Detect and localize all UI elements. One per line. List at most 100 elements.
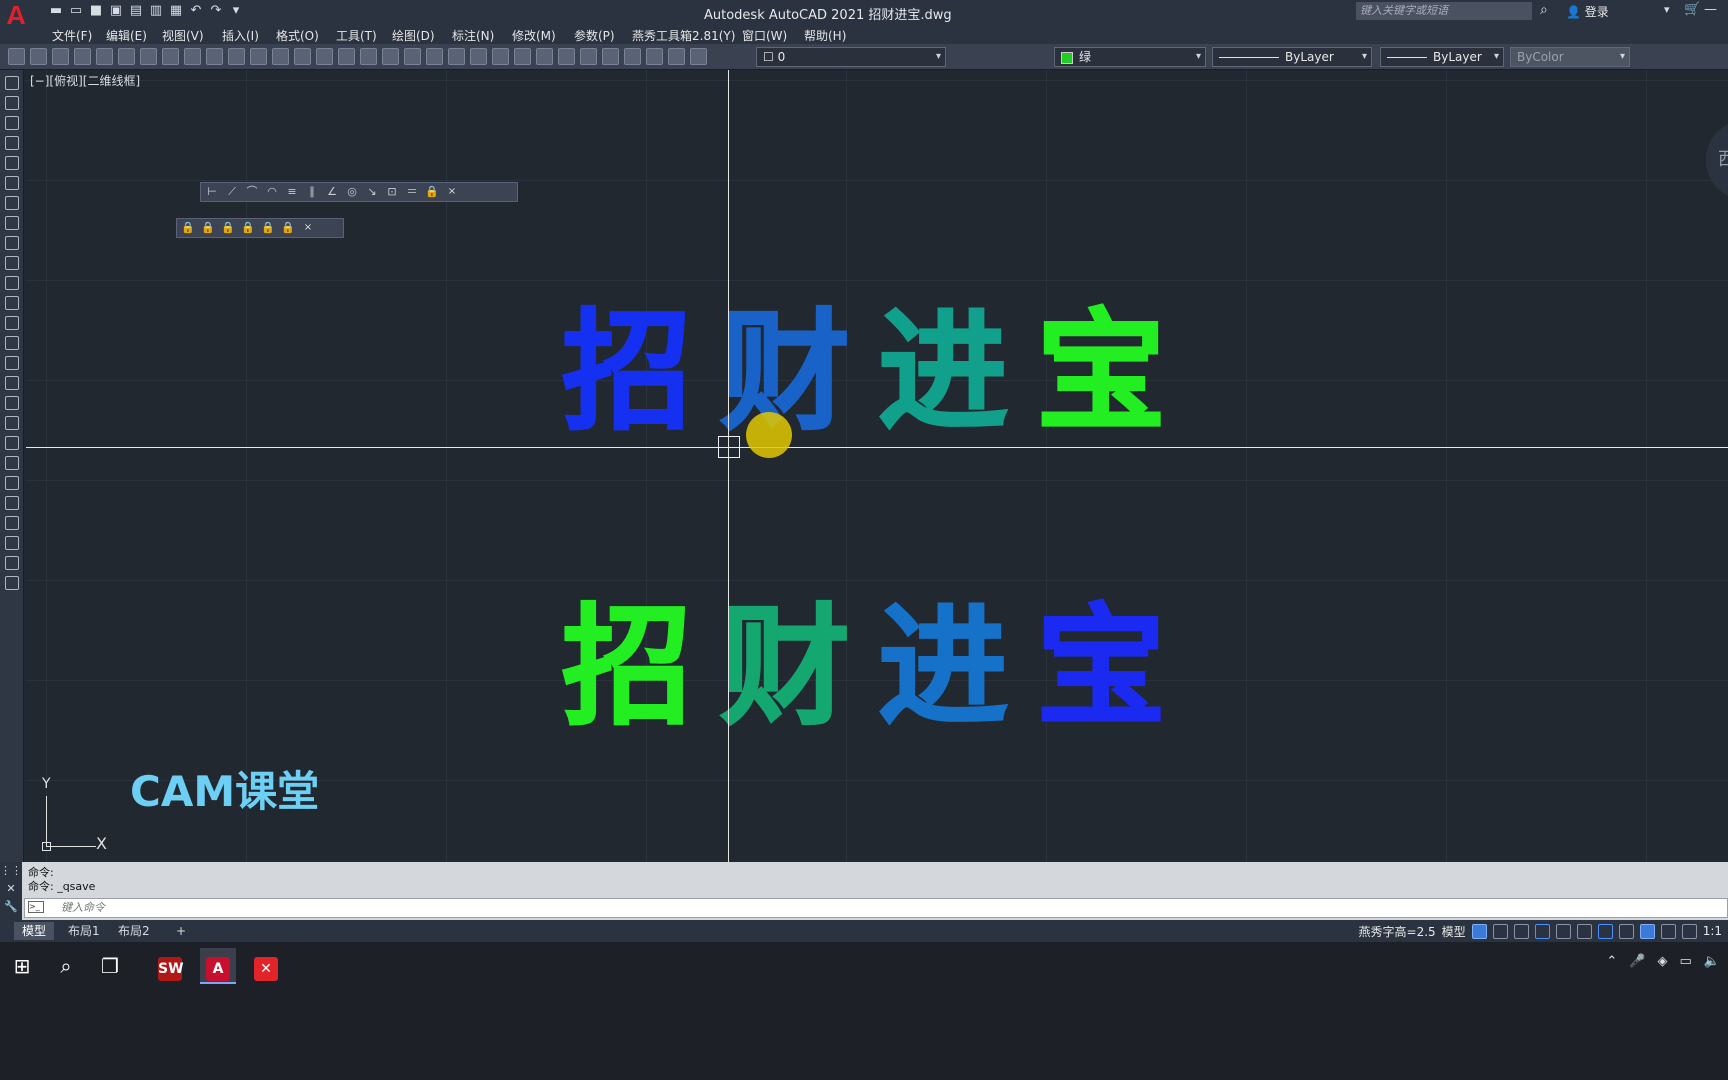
close-icon[interactable]: × — [301, 221, 315, 235]
toolbar-button[interactable] — [206, 48, 223, 65]
osnap-icon[interactable] — [1597, 923, 1613, 939]
draw-tool-button[interactable] — [5, 476, 19, 490]
toolbar-button[interactable] — [382, 48, 399, 65]
open-file-icon[interactable]: ▭ — [68, 3, 84, 19]
toolbar-button[interactable] — [470, 48, 487, 65]
undo-icon[interactable]: ↶ — [188, 3, 204, 19]
toolbar-button[interactable] — [668, 48, 685, 65]
draw-tool-button[interactable] — [5, 196, 19, 210]
linetype-dropdown[interactable]: ByLayer ▾ — [1212, 47, 1372, 67]
tolerance-icon[interactable]: ⊡ — [385, 185, 399, 199]
draw-tool-button[interactable] — [5, 76, 19, 90]
viewport-label[interactable]: [−][俯视][二维线框] — [30, 72, 140, 89]
layer-dropdown[interactable]: ☐ 0 ▾ — [756, 47, 946, 67]
save-as-icon[interactable]: ▣ — [108, 3, 124, 19]
menu-item[interactable]: 绘图(D) — [392, 27, 435, 44]
toolbar-button[interactable] — [404, 48, 421, 65]
command-input[interactable]: 键入命令 — [24, 898, 1728, 918]
angular-dim-icon[interactable]: ∠ — [325, 185, 339, 199]
menu-item[interactable]: 文件(F) — [52, 27, 92, 44]
baseline-dim-icon[interactable]: ≡ — [285, 185, 299, 199]
radius-dim-icon[interactable]: ◠ — [265, 185, 279, 199]
toolbar-button[interactable] — [52, 48, 69, 65]
cart-icon[interactable]: 🛒 — [1684, 2, 1700, 17]
leader-icon[interactable]: ↘ — [365, 185, 379, 199]
cad-text-character[interactable]: 财 — [719, 301, 878, 443]
draw-tool-button[interactable] — [5, 416, 19, 430]
autoscale-icon[interactable] — [1660, 923, 1676, 939]
draw-tool-button[interactable] — [5, 316, 19, 330]
search-icon[interactable]: ⌕ — [1540, 2, 1548, 18]
tab-layout2[interactable]: 布局2 — [110, 922, 158, 940]
toolbar-button[interactable] — [448, 48, 465, 65]
draw-tool-button[interactable] — [5, 396, 19, 410]
cad-text-row-2[interactable]: 招财进宝 — [561, 596, 1194, 738]
search-input[interactable]: 键入关键字或短语 — [1356, 2, 1532, 20]
draw-tool-button[interactable] — [5, 156, 19, 170]
color-dropdown[interactable]: 绿 ▾ — [1054, 47, 1206, 67]
draw-tool-button[interactable] — [5, 176, 19, 190]
qat-dropdown-icon[interactable]: ▾ — [228, 3, 244, 19]
draw-tool-button[interactable] — [5, 576, 19, 590]
toolbar-button[interactable] — [162, 48, 179, 65]
menu-item[interactable]: 燕秀工具箱2.81(Y) — [632, 27, 735, 44]
draw-tool-button[interactable] — [5, 336, 19, 350]
draw-tool-button[interactable] — [5, 296, 19, 310]
center-mark-icon[interactable]: ◎ — [345, 185, 359, 199]
draw-tool-button[interactable] — [5, 556, 19, 570]
toolbar-button[interactable] — [316, 48, 333, 65]
ortho-icon[interactable] — [1513, 923, 1529, 939]
cad-text-character[interactable]: 财 — [719, 596, 878, 738]
lock-icon[interactable]: 🔒 — [181, 221, 195, 235]
close-icon[interactable]: ✕ — [0, 880, 22, 898]
menu-item[interactable]: 视图(V) — [162, 27, 204, 44]
toolbar-button[interactable] — [96, 48, 113, 65]
grip-icon[interactable]: ⋮⋮ — [0, 862, 22, 880]
draw-tool-button[interactable] — [5, 376, 19, 390]
toolbar-button[interactable] — [646, 48, 663, 65]
toolbar-button[interactable] — [536, 48, 553, 65]
close-icon[interactable]: × — [445, 185, 459, 199]
osnap-tracking-icon[interactable] — [1576, 923, 1592, 939]
plot-icon[interactable]: ▦ — [168, 3, 184, 19]
minimize-icon[interactable]: — — [1704, 2, 1717, 17]
task-view-icon[interactable]: ❐ — [92, 948, 128, 984]
annotation-scale-icon[interactable] — [1681, 923, 1697, 939]
draw-tool-button[interactable] — [5, 456, 19, 470]
text-height-indicator[interactable]: 燕秀字高=2.5 — [1359, 923, 1436, 940]
model-space-button[interactable]: 模型 — [1442, 923, 1466, 940]
scale-value[interactable]: 1:1 — [1703, 924, 1722, 938]
toolbar-button[interactable] — [140, 48, 157, 65]
cad-text-character[interactable]: 进 — [877, 596, 1036, 738]
add-layout-button[interactable]: + — [168, 922, 194, 940]
menu-item[interactable]: 格式(O) — [276, 27, 319, 44]
lock-icon[interactable]: 🔒 — [425, 185, 439, 199]
draw-tool-button[interactable] — [5, 516, 19, 530]
toolbar-button[interactable] — [558, 48, 575, 65]
drawing-canvas[interactable]: [−][俯视][二维线框] ⊢ ⟋ ⌒ ◠ ≡ ∥ ∠ ◎ ↘ ⊡ ＝ 🔒 × … — [26, 70, 1728, 862]
toolbar-button[interactable] — [250, 48, 267, 65]
lineweight-toggle-icon[interactable] — [1618, 923, 1634, 939]
draw-tool-button[interactable] — [5, 496, 19, 510]
autocad-taskbar-icon[interactable]: A — [200, 948, 236, 984]
toolbar-button[interactable] — [8, 48, 25, 65]
lock-icon[interactable]: 🔒 — [221, 221, 235, 235]
toolbar-button[interactable] — [272, 48, 289, 65]
toolbar-button[interactable] — [426, 48, 443, 65]
login-button[interactable]: 👤 登录 — [1566, 3, 1609, 20]
menu-item[interactable]: 参数(P) — [574, 27, 615, 44]
toolbar-button[interactable] — [184, 48, 201, 65]
lock-icon[interactable]: 🔒 — [281, 221, 295, 235]
menu-item[interactable]: 标注(N) — [452, 27, 494, 44]
toolbar-button[interactable] — [492, 48, 509, 65]
toolbar-button[interactable] — [74, 48, 91, 65]
cad-text-character[interactable]: 招 — [561, 596, 720, 738]
viewcube[interactable]: 西 — [1706, 120, 1728, 200]
toolbar-button[interactable] — [228, 48, 245, 65]
volume-icon[interactable]: 🔈 — [1704, 954, 1720, 969]
tab-layout1[interactable]: 布局1 — [60, 922, 108, 940]
toolbar-button[interactable] — [338, 48, 355, 65]
continue-dim-icon[interactable]: ∥ — [305, 185, 319, 199]
isodraft-icon[interactable] — [1555, 923, 1571, 939]
draw-tool-button[interactable] — [5, 116, 19, 130]
